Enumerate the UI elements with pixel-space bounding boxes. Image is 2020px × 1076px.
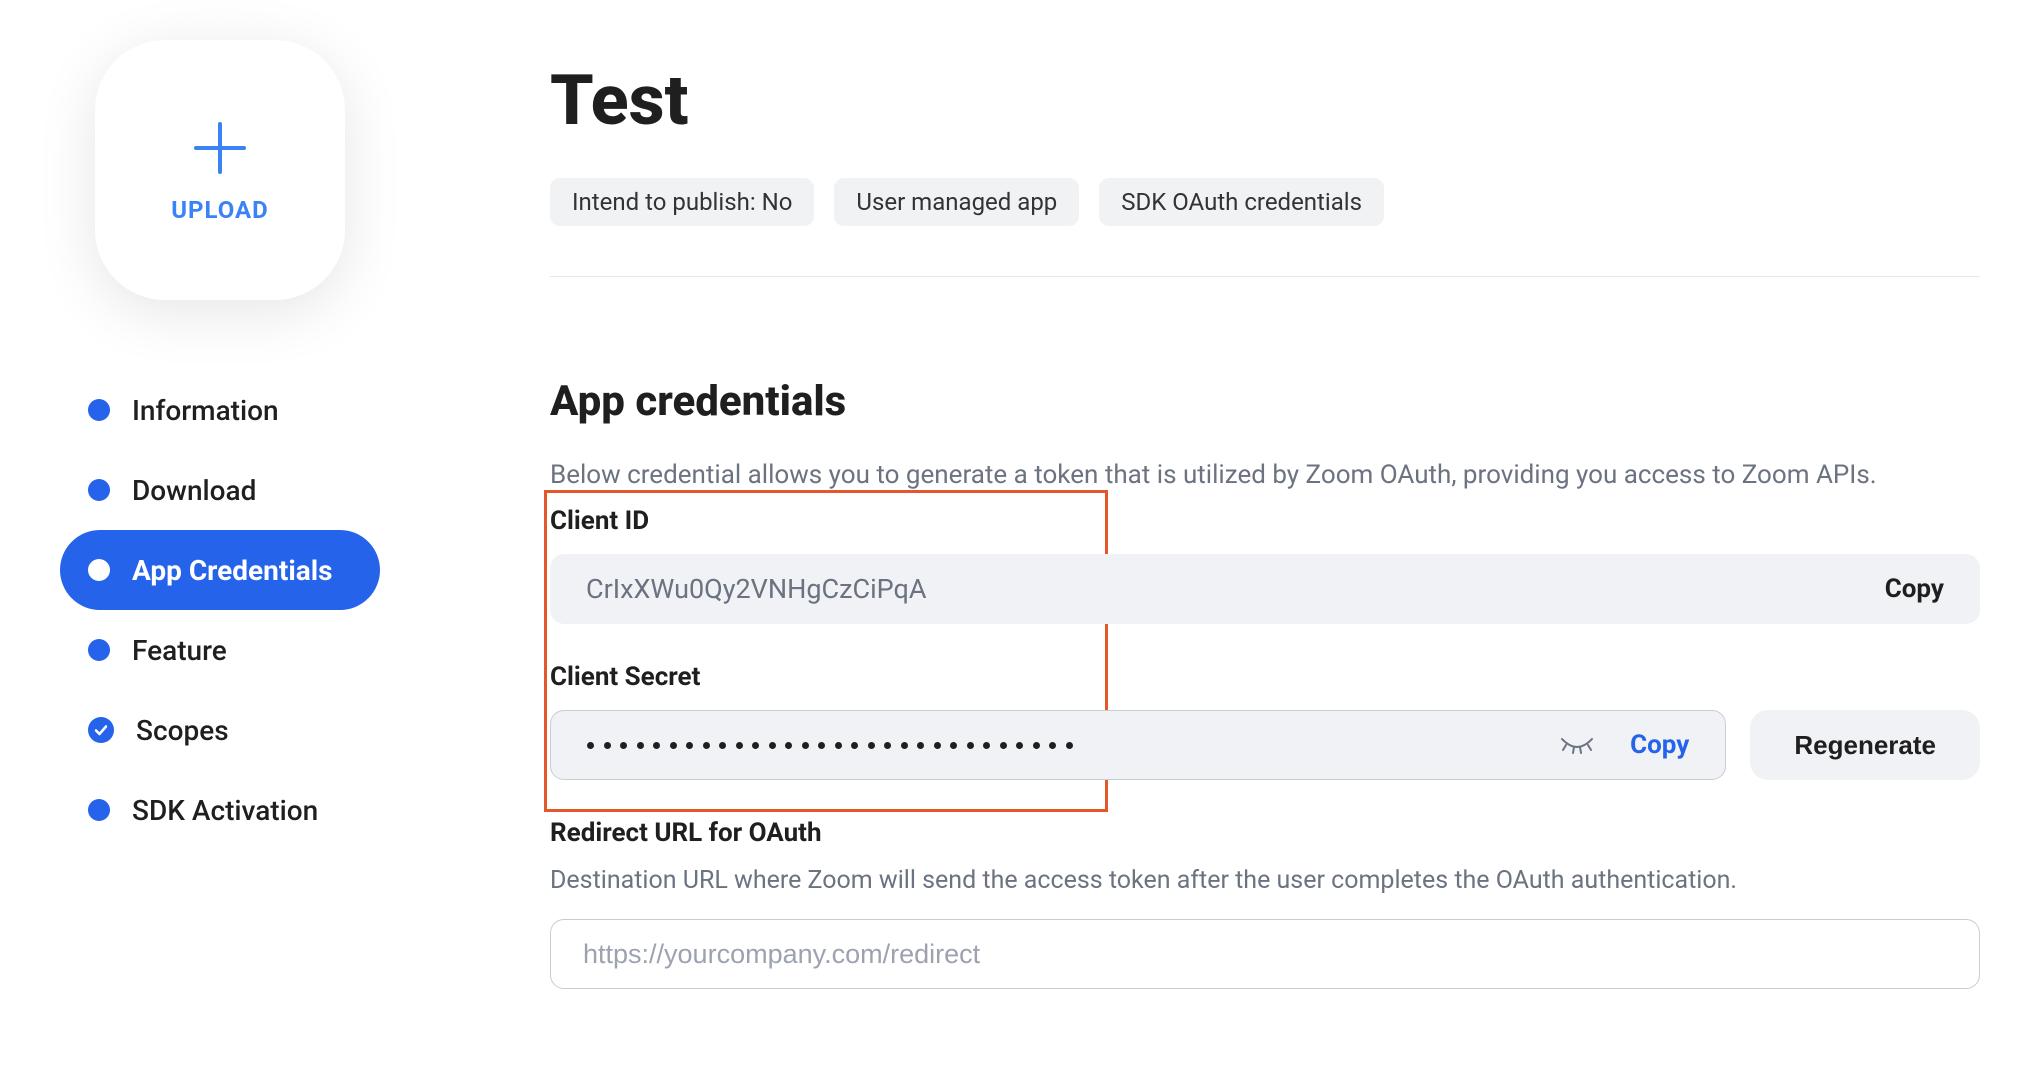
client-secret-group: Client Secret Copy bbox=[550, 662, 1980, 780]
nav-item-information[interactable]: Information bbox=[60, 370, 380, 450]
nav-label: Scopes bbox=[136, 714, 229, 747]
bullet-icon bbox=[88, 799, 110, 821]
nav-item-app-credentials[interactable]: App Credentials bbox=[60, 530, 380, 610]
regenerate-button[interactable]: Regenerate bbox=[1750, 710, 1980, 780]
copy-client-secret-button[interactable]: Copy bbox=[1630, 730, 1689, 760]
copy-client-id-button[interactable]: Copy bbox=[1885, 574, 1944, 604]
redirect-help: Destination URL where Zoom will send the… bbox=[550, 866, 1980, 895]
section-title: App credentials bbox=[550, 377, 1980, 426]
redirect-url-input[interactable] bbox=[550, 919, 1980, 989]
credential-area: Client ID CrIxXWu0Qy2VNHgCzCiPqA Copy Cl… bbox=[550, 506, 1980, 780]
sidebar-nav: Information Download App Credentials Fea… bbox=[60, 370, 380, 850]
redirect-url-group: Redirect URL for OAuth Destination URL w… bbox=[550, 818, 1980, 989]
client-secret-field: Copy bbox=[550, 710, 1726, 780]
eye-closed-icon[interactable] bbox=[1560, 735, 1594, 755]
nav-item-download[interactable]: Download bbox=[60, 450, 380, 530]
tag-managed: User managed app bbox=[834, 178, 1079, 226]
nav-item-sdk-activation[interactable]: SDK Activation bbox=[60, 770, 380, 850]
tag-sdk: SDK OAuth credentials bbox=[1099, 178, 1384, 226]
check-icon bbox=[88, 717, 114, 743]
nav-label: App Credentials bbox=[132, 554, 333, 587]
upload-button[interactable]: UPLOAD bbox=[95, 40, 345, 300]
main-content: Test Intend to publish: No User managed … bbox=[410, 0, 2020, 1076]
upload-label: UPLOAD bbox=[171, 196, 269, 224]
tag-publish: Intend to publish: No bbox=[550, 178, 814, 226]
page-title: Test bbox=[550, 60, 1980, 142]
tag-row: Intend to publish: No User managed app S… bbox=[550, 178, 1980, 277]
sidebar: UPLOAD Information Download App Credenti… bbox=[0, 0, 410, 1076]
bullet-icon bbox=[88, 639, 110, 661]
bullet-icon bbox=[88, 479, 110, 501]
client-secret-label: Client Secret bbox=[550, 662, 1980, 692]
bullet-icon bbox=[88, 399, 110, 421]
nav-label: Download bbox=[132, 474, 256, 507]
plus-icon bbox=[188, 116, 252, 180]
nav-label: Feature bbox=[132, 634, 227, 667]
section-description: Below credential allows you to generate … bbox=[550, 460, 1980, 490]
client-id-group: Client ID CrIxXWu0Qy2VNHgCzCiPqA Copy bbox=[550, 506, 1980, 624]
redirect-label: Redirect URL for OAuth bbox=[550, 818, 1980, 848]
bullet-icon bbox=[88, 559, 110, 581]
client-id-field: CrIxXWu0Qy2VNHgCzCiPqA Copy bbox=[550, 554, 1980, 624]
client-id-label: Client ID bbox=[550, 506, 1980, 536]
client-secret-masked bbox=[587, 742, 1073, 749]
nav-label: Information bbox=[132, 394, 279, 427]
nav-item-feature[interactable]: Feature bbox=[60, 610, 380, 690]
client-id-value: CrIxXWu0Qy2VNHgCzCiPqA bbox=[586, 573, 926, 605]
nav-label: SDK Activation bbox=[132, 794, 318, 827]
nav-item-scopes[interactable]: Scopes bbox=[60, 690, 380, 770]
